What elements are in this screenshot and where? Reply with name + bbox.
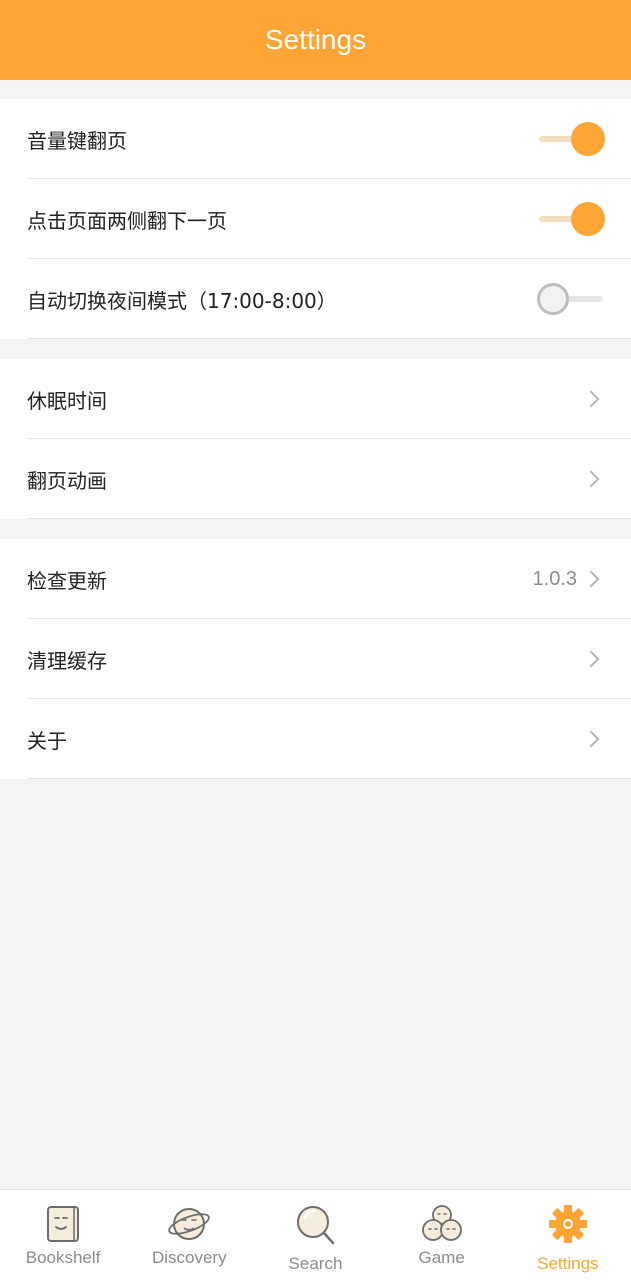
- page-animation-row[interactable]: 翻页动画: [0, 439, 631, 519]
- volume-key-page-label: 音量键翻页: [27, 128, 127, 153]
- auto-night-mode-toggle[interactable]: [537, 281, 605, 317]
- chevron-right-icon: [582, 730, 600, 748]
- page-animation-label: 翻页动画: [27, 468, 107, 493]
- tap-sides-page-toggle[interactable]: [537, 201, 605, 237]
- tap-sides-page-label: 点击页面两侧翻下一页: [27, 208, 227, 233]
- tab-settings[interactable]: Settings: [505, 1190, 631, 1280]
- app-settings-group: 检查更新 1.0.3 清理缓存 关于: [0, 539, 631, 779]
- tab-label: Discovery: [151, 1248, 227, 1267]
- tab-label: Game: [418, 1248, 465, 1267]
- clear-cache-row[interactable]: 清理缓存: [0, 619, 631, 699]
- bottom-tab-bar: Bookshelf Discovery Search Game Settings: [0, 1189, 631, 1280]
- game-faces-icon: [421, 1205, 462, 1241]
- toggle-thumb: [571, 122, 605, 156]
- auto-night-mode-row[interactable]: 自动切换夜间模式（17:00-8:00）: [0, 259, 631, 339]
- tab-label: Search: [288, 1254, 343, 1273]
- tap-sides-page-row[interactable]: 点击页面两侧翻下一页: [0, 179, 631, 259]
- sleep-time-label: 休眠时间: [27, 388, 107, 413]
- bookshelf-icon: [47, 1206, 80, 1242]
- version-value: 1.0.3: [532, 567, 577, 590]
- gear-icon: [548, 1205, 587, 1243]
- toggle-thumb: [571, 202, 605, 236]
- chevron-right-icon: [582, 470, 600, 488]
- display-settings-group: 休眠时间 翻页动画: [0, 359, 631, 519]
- reading-settings-group: 音量键翻页 点击页面两侧翻下一页 自动切换夜间模式（17:00-8:00）: [0, 99, 631, 339]
- about-label: 关于: [27, 728, 67, 753]
- magnifier-icon: [297, 1206, 335, 1245]
- chevron-right-icon: [582, 570, 600, 588]
- toggle-thumb: [537, 283, 569, 315]
- tab-bookshelf[interactable]: Bookshelf: [0, 1190, 126, 1280]
- sleep-time-row[interactable]: 休眠时间: [0, 359, 631, 439]
- about-row[interactable]: 关于: [0, 699, 631, 779]
- planet-icon: [168, 1208, 211, 1240]
- auto-night-mode-label: 自动切换夜间模式（17:00-8:00）: [27, 288, 337, 313]
- app-header: Settings: [0, 0, 631, 80]
- chevron-right-icon: [582, 390, 600, 408]
- volume-key-page-toggle[interactable]: [537, 121, 605, 157]
- tab-game[interactable]: Game: [379, 1190, 505, 1280]
- page-title: Settings: [264, 24, 367, 55]
- tab-search[interactable]: Search: [252, 1190, 378, 1280]
- check-update-label: 检查更新: [27, 568, 107, 593]
- tab-label: Bookshelf: [25, 1248, 101, 1267]
- check-update-row[interactable]: 检查更新 1.0.3: [0, 539, 631, 619]
- volume-key-page-row[interactable]: 音量键翻页: [0, 99, 631, 179]
- chevron-right-icon: [582, 650, 600, 668]
- tab-label: Settings: [537, 1254, 599, 1273]
- clear-cache-label: 清理缓存: [27, 648, 107, 673]
- tab-discovery[interactable]: Discovery: [126, 1190, 252, 1280]
